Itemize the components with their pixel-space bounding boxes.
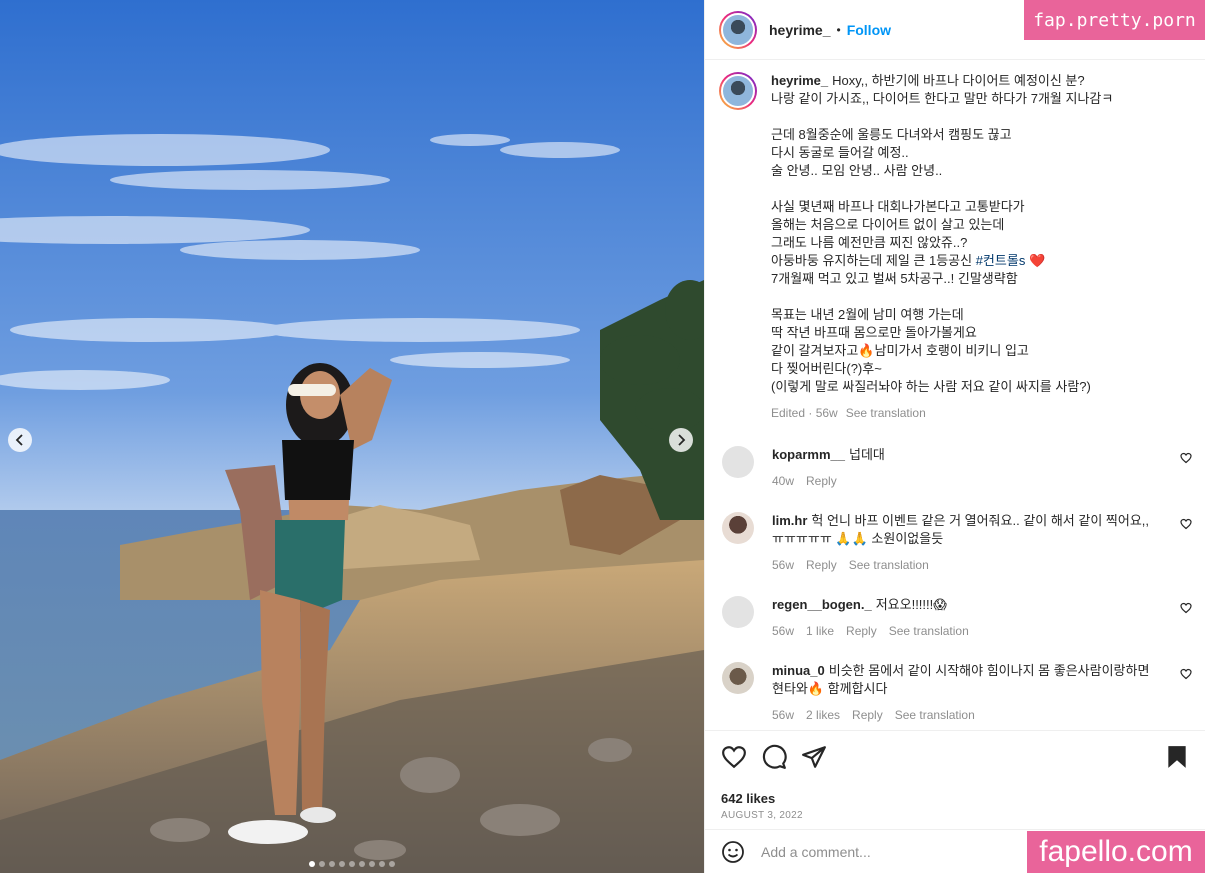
comment-item: regen__bogen._ 저요오!!!!!!😱 56w 1 like Repl… <box>722 596 1192 640</box>
comment-item: lim.hr 헉 언니 바프 이벤트 같은 거 열어줘요.. 같이 해서 같이 찍… <box>722 512 1192 574</box>
carousel-indicator <box>0 861 704 867</box>
comment-username[interactable]: regen__bogen._ <box>772 597 872 612</box>
comment-text: 넙데대 <box>848 447 885 462</box>
caption-line: Hoxy,, 하반기에 바프나 다이어트 예정이신 분? <box>832 73 1085 88</box>
watermark-top: fap.pretty.porn <box>1024 0 1205 40</box>
author-avatar[interactable] <box>719 10 757 49</box>
caption-line: 아둥바둥 유지하는데 제일 큰 1등공신 <box>771 253 976 268</box>
carousel-dot <box>389 861 395 867</box>
comment-text: 비슷한 몸에서 같이 시작해야 힘이나지 몸 좋은사람이랑하면 현타와🔥 함께합… <box>772 663 1150 696</box>
carousel-dot <box>309 861 315 867</box>
comment-reply-button[interactable]: Reply <box>806 556 837 574</box>
caption-body: heyrime_ Hoxy,, 하반기에 바프나 다이어트 예정이신 분? 나랑 … <box>771 72 1113 422</box>
chevron-left-icon <box>15 434 23 446</box>
comment-username[interactable]: lim.hr <box>772 513 807 528</box>
comment-item: koparmm__ 넙데대 40w Reply <box>722 446 1192 490</box>
photo-illustration <box>0 0 704 873</box>
hashtag-link[interactable]: #컨트롤s <box>976 253 1026 268</box>
caption-edited: Edited · 56w <box>771 406 838 420</box>
caption-line: 다시 동굴로 들어갈 예정.. <box>771 145 909 160</box>
caption-line: 그래도 나름 예전만큼 찌진 않았쥬..? <box>771 235 968 250</box>
caption-line: 7개월째 먹고 있고 벌써 5차공구..! 긴말생략함 <box>771 271 1018 286</box>
comment-username[interactable]: minua_0 <box>772 663 825 678</box>
caption-line: 딱 작년 바프때 몸으로만 돌아가볼게요 <box>771 325 977 340</box>
caption-line <box>771 288 1113 306</box>
comment-like-heart-icon[interactable] <box>1180 602 1192 614</box>
carousel-dot <box>319 861 325 867</box>
comment-like-heart-icon[interactable] <box>1180 452 1192 464</box>
comment-meta: 56w 1 like Reply See translation <box>772 622 1162 640</box>
comment-meta: 56w 2 likes Reply See translation <box>772 706 1162 724</box>
comment-like-count[interactable]: 1 like <box>806 622 834 640</box>
caption-avatar[interactable] <box>719 72 757 110</box>
comment-see-translation[interactable]: See translation <box>849 556 929 574</box>
comment-username[interactable]: koparmm__ <box>772 447 845 462</box>
post-photo <box>0 0 704 873</box>
caption-line: 같이 갈겨보자고🔥남미가서 호랭이 비키니 입고 <box>771 343 1029 358</box>
author-username[interactable]: heyrime_ <box>769 22 830 38</box>
share-icon[interactable] <box>801 744 827 770</box>
comment-age: 40w <box>772 474 795 488</box>
comment-reply-button[interactable]: Reply <box>806 472 837 490</box>
carousel-dot <box>359 861 365 867</box>
header-separator: • <box>836 22 841 37</box>
comment-meta: 56w Reply See translation <box>772 556 1162 574</box>
caption-line: 나랑 같이 가시죠,, 다이어트 한다고 말만 하다가 7개월 지나감ㅋ <box>771 91 1114 106</box>
caption-line: 목표는 내년 2월에 남미 여행 가는데 <box>771 307 964 322</box>
emoji-icon[interactable] <box>721 840 745 864</box>
comment-like-count[interactable]: 2 likes <box>806 706 840 724</box>
add-comment-input[interactable] <box>761 843 1041 860</box>
comment-reply-button[interactable]: Reply <box>846 622 877 640</box>
comment-avatar[interactable] <box>722 446 754 478</box>
caption-meta: Edited · 56w See translation <box>771 404 1113 422</box>
caption-see-translation[interactable]: See translation <box>846 404 926 422</box>
caption-line: 올해는 처음으로 다이어트 없이 살고 있는데 <box>771 217 1005 232</box>
post-date: AUGUST 3, 2022 <box>721 810 803 821</box>
comment-like-heart-icon[interactable] <box>1180 668 1192 680</box>
comment-meta: 40w Reply <box>772 472 1162 490</box>
heart-icon[interactable] <box>721 744 747 770</box>
heart-emoji: ❤️ <box>1025 253 1046 268</box>
caption-line <box>771 108 1113 126</box>
chevron-right-icon <box>678 434 686 446</box>
comment-text: 헉 언니 바프 이벤트 같은 거 열어줘요.. 같이 해서 같이 찍어요,, ㅠ… <box>772 513 1150 546</box>
comment-like-heart-icon[interactable] <box>1180 518 1192 530</box>
post-actions: 642 likes AUGUST 3, 2022 <box>705 730 1205 821</box>
comment-age: 56w <box>772 558 795 572</box>
comment-see-translation[interactable]: See translation <box>889 622 969 640</box>
comment-item: minua_0 비슷한 몸에서 같이 시작해야 힘이나지 몸 좋은사람이랑하면 현… <box>722 662 1192 724</box>
bookmark-icon[interactable] <box>1164 744 1190 770</box>
caption-line: 사실 몇년째 바프나 대회나가본다고 고통받다가 <box>771 199 1025 214</box>
comment-avatar[interactable] <box>722 596 754 628</box>
carousel-prev-button[interactable] <box>8 428 32 452</box>
comment-age: 56w <box>772 624 795 638</box>
caption-line: 술 안녕.. 모임 안녕.. 사람 안녕.. <box>771 163 943 178</box>
comment-text: 저요오!!!!!!😱 <box>875 597 947 612</box>
caption-line: 근데 8월중순에 울릉도 다녀와서 캠핑도 끊고 <box>771 127 1012 142</box>
comment-see-translation[interactable]: See translation <box>895 706 975 724</box>
comment-avatar[interactable] <box>722 512 754 544</box>
comment-avatar[interactable] <box>722 662 754 694</box>
post-caption: heyrime_ Hoxy,, 하반기에 바프나 다이어트 예정이신 분? 나랑 … <box>719 72 1194 422</box>
watermark-bottom: fapello.com <box>1027 831 1205 873</box>
caption-line: 다 찢어버린다(?)후~ <box>771 361 882 376</box>
comment-icon[interactable] <box>761 744 787 770</box>
carousel-dot <box>369 861 375 867</box>
action-icon-row <box>721 743 1190 771</box>
carousel-next-button[interactable] <box>669 428 693 452</box>
caption-username[interactable]: heyrime_ <box>771 73 828 88</box>
likes-count[interactable]: 642 likes <box>721 791 1190 806</box>
post-side-panel: heyrime_ • Follow heyrime_ Hoxy,, 하반기에 바프… <box>704 0 1205 873</box>
comment-age: 56w <box>772 708 795 722</box>
comment-reply-button[interactable]: Reply <box>852 706 883 724</box>
carousel-dot <box>379 861 385 867</box>
caption-line: (이렇게 말로 싸질러놔야 하는 사람 저요 같이 싸지를 사람?) <box>771 379 1091 394</box>
caption-line <box>771 180 1113 198</box>
carousel-dot <box>349 861 355 867</box>
carousel-dot <box>329 861 335 867</box>
carousel-dot <box>339 861 345 867</box>
follow-button[interactable]: Follow <box>847 22 891 38</box>
